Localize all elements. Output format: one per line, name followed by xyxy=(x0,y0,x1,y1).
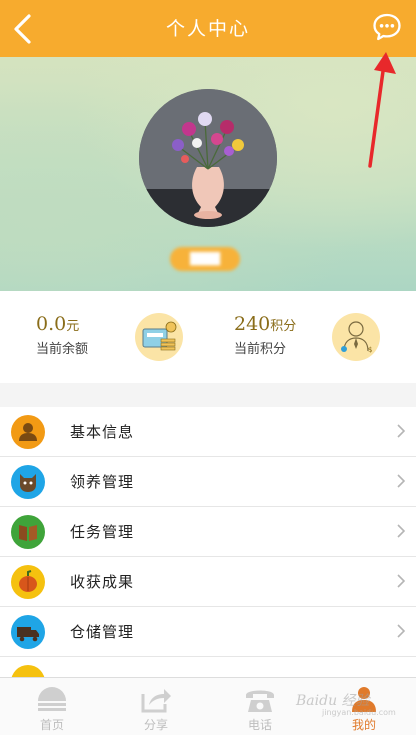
menu-label: 领养管理 xyxy=(70,473,135,491)
balance-stat[interactable]: 0.0元 当前余额 xyxy=(36,313,88,357)
avatar[interactable] xyxy=(139,89,277,227)
watermark: Baidu 经验 xyxy=(296,693,370,709)
tab-home[interactable]: 首页 xyxy=(0,678,104,735)
chevron-right-icon xyxy=(397,574,405,588)
svg-text:$: $ xyxy=(368,346,372,354)
tab-label: 分享 xyxy=(143,718,168,732)
profile-banner: ▇▇▇ xyxy=(0,57,416,291)
top-bar: 个人中心 xyxy=(0,0,416,57)
chevron-right-icon xyxy=(397,624,405,638)
balance-value: 0.0 xyxy=(36,313,67,335)
menu-item-adoption[interactable]: 领养管理 xyxy=(0,457,416,507)
points-unit: 积分 xyxy=(270,319,297,334)
flower-vase-image xyxy=(139,89,277,227)
menu-item-tasks[interactable]: 任务管理 xyxy=(0,507,416,557)
balance-value-line: 0.0元 xyxy=(36,313,88,335)
watermark-url: jingyan.baidu.com xyxy=(322,708,396,717)
menu-label: 仓储管理 xyxy=(70,623,135,641)
message-button[interactable] xyxy=(372,12,402,42)
menu-item-storage[interactable]: 仓储管理 xyxy=(0,607,416,657)
balance-unit: 元 xyxy=(66,319,80,334)
menu-item-more[interactable] xyxy=(0,657,416,677)
person-points-icon: $ xyxy=(332,313,380,361)
username: ▇▇▇ xyxy=(170,247,240,271)
chat-bubble-icon xyxy=(373,13,401,41)
menu-label: 收获成果 xyxy=(70,573,135,591)
person-icon xyxy=(11,415,45,449)
account-stats: 0.0元 当前余额 240积分 当前积分 $ xyxy=(0,291,416,383)
points-value-line: 240积分 xyxy=(234,313,296,335)
share-icon xyxy=(141,689,171,713)
section-divider xyxy=(0,383,416,407)
points-stat[interactable]: 240积分 当前积分 xyxy=(234,313,296,357)
menu-item-basic-info[interactable]: 基本信息 xyxy=(0,407,416,457)
truck-icon xyxy=(11,615,45,649)
menu-label: 基本信息 xyxy=(70,423,135,441)
page-title: 个人中心 xyxy=(165,18,250,40)
tab-label: 电话 xyxy=(247,718,272,732)
chevron-right-icon xyxy=(397,474,405,488)
tab-share[interactable]: 分享 xyxy=(104,678,208,735)
menu-list: 基本信息 领养管理 任务管理 收获成果 仓储管理 xyxy=(0,407,416,677)
chevron-right-icon xyxy=(397,424,405,438)
pumpkin-icon xyxy=(11,565,45,599)
points-value: 240 xyxy=(234,313,271,335)
chevron-right-icon xyxy=(397,524,405,538)
menu-label: 任务管理 xyxy=(70,523,135,541)
animal-icon xyxy=(11,465,45,499)
wallet-cash-icon xyxy=(135,313,183,361)
tab-label: 我的 xyxy=(351,718,376,732)
book-icon xyxy=(11,515,45,549)
more-icon xyxy=(11,665,45,677)
home-icon xyxy=(38,687,66,711)
menu-item-harvest[interactable]: 收获成果 xyxy=(0,557,416,607)
tab-label: 首页 xyxy=(39,718,64,732)
points-label: 当前积分 xyxy=(234,342,287,357)
phone-icon xyxy=(246,690,274,712)
balance-label: 当前余额 xyxy=(36,342,89,357)
